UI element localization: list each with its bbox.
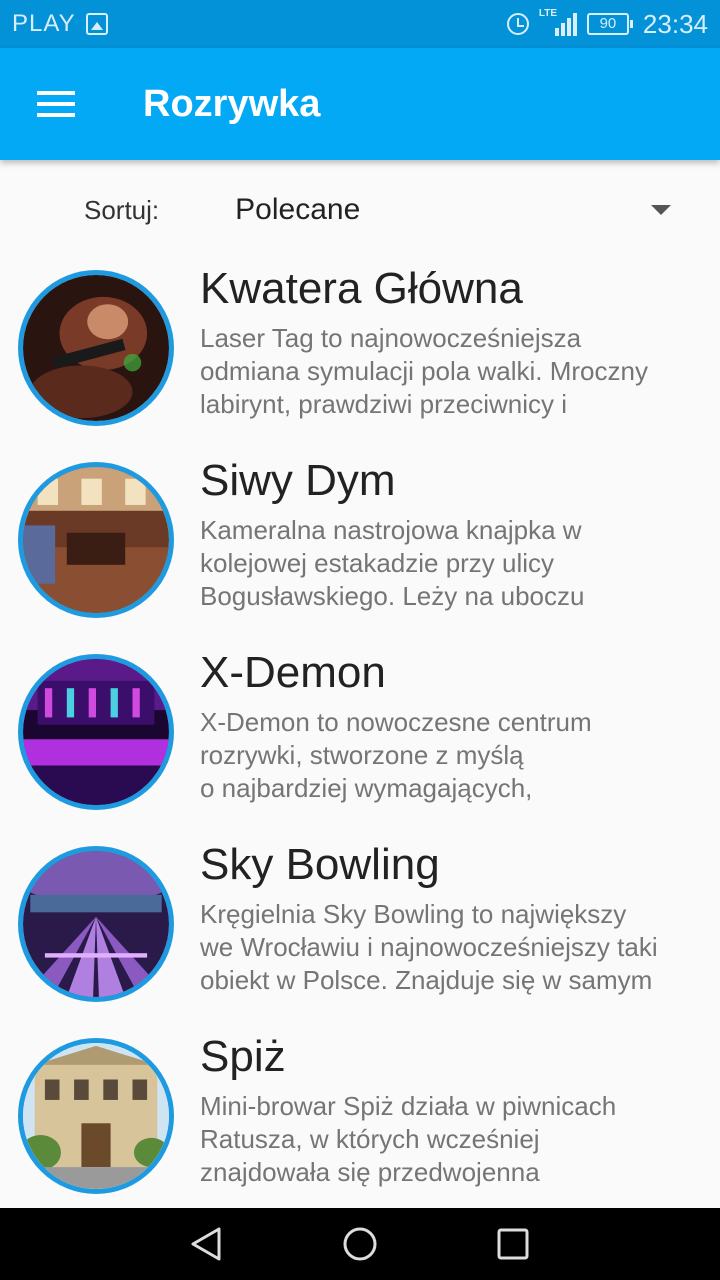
venue-list-item[interactable]: Spiż Mini-browar Spiż działa w piwnicach…: [0, 1020, 720, 1212]
sort-row: Sortuj: Polecane: [0, 176, 720, 244]
gallery-notification-icon: [85, 13, 108, 35]
carrier-name: PLAY: [12, 10, 76, 37]
status-bar: PLAY LTE 90 23:34: [0, 0, 720, 48]
sort-selected-value: Polecane: [235, 193, 361, 226]
venue-list-item[interactable]: Siwy Dym Kameralna nastrojowa knajpka w …: [0, 444, 720, 636]
screen: PLAY LTE 90 23:34 Rozrywka Sortuj: Polec…: [0, 0, 720, 1280]
venue-thumbnail: [18, 654, 174, 810]
back-icon[interactable]: [187, 1224, 227, 1264]
venue-list: Kwatera Główna Laser Tag to najnowocześn…: [0, 252, 720, 1212]
hamburger-menu-icon[interactable]: [37, 89, 77, 119]
venue-title: Kwatera Główna: [200, 264, 523, 313]
venue-description: Kręgielnia Sky Bowling to największy we …: [200, 899, 658, 995]
app-bar: Rozrywka: [0, 48, 720, 160]
venue-title: X-Demon: [200, 648, 386, 697]
page-title: Rozrywka: [143, 82, 321, 125]
venue-list-item[interactable]: X-Demon X-Demon to nowoczesne centrum ro…: [0, 636, 720, 828]
home-icon[interactable]: [340, 1224, 380, 1264]
sort-dropdown[interactable]: Polecane: [235, 180, 685, 240]
sort-label: Sortuj:: [84, 194, 160, 225]
venue-title: Siwy Dym: [200, 456, 396, 505]
venue-thumbnail: [18, 1038, 174, 1194]
venue-thumbnail: [18, 462, 174, 618]
recent-apps-icon[interactable]: [493, 1224, 533, 1264]
status-icons: LTE 90 23:34: [506, 8, 708, 40]
venue-description: X-Demon to nowoczesne centrum rozrywki, …: [200, 707, 592, 803]
dropdown-arrow-icon: [651, 205, 672, 215]
alarm-icon: [506, 13, 529, 35]
venue-description: Kameralna nastrojowa knajpka w kolejowej…: [200, 515, 585, 611]
venue-thumbnail: [18, 270, 174, 426]
venue-description: Laser Tag to najnowocześniejsza odmiana …: [200, 323, 648, 419]
venue-description: Mini-browar Spiż działa w piwnicach Ratu…: [200, 1091, 617, 1187]
status-time: 23:34: [642, 8, 708, 39]
system-nav-bar: [0, 1208, 720, 1280]
venue-title: Spiż: [200, 1032, 286, 1081]
signal-icon: LTE: [539, 8, 577, 38]
venue-title: Sky Bowling: [200, 840, 440, 889]
venue-list-item[interactable]: Sky Bowling Kręgielnia Sky Bowling to na…: [0, 828, 720, 1020]
venue-list-item[interactable]: Kwatera Główna Laser Tag to najnowocześn…: [0, 252, 720, 444]
battery-icon: 90: [586, 13, 633, 35]
venue-thumbnail: [18, 846, 174, 1002]
